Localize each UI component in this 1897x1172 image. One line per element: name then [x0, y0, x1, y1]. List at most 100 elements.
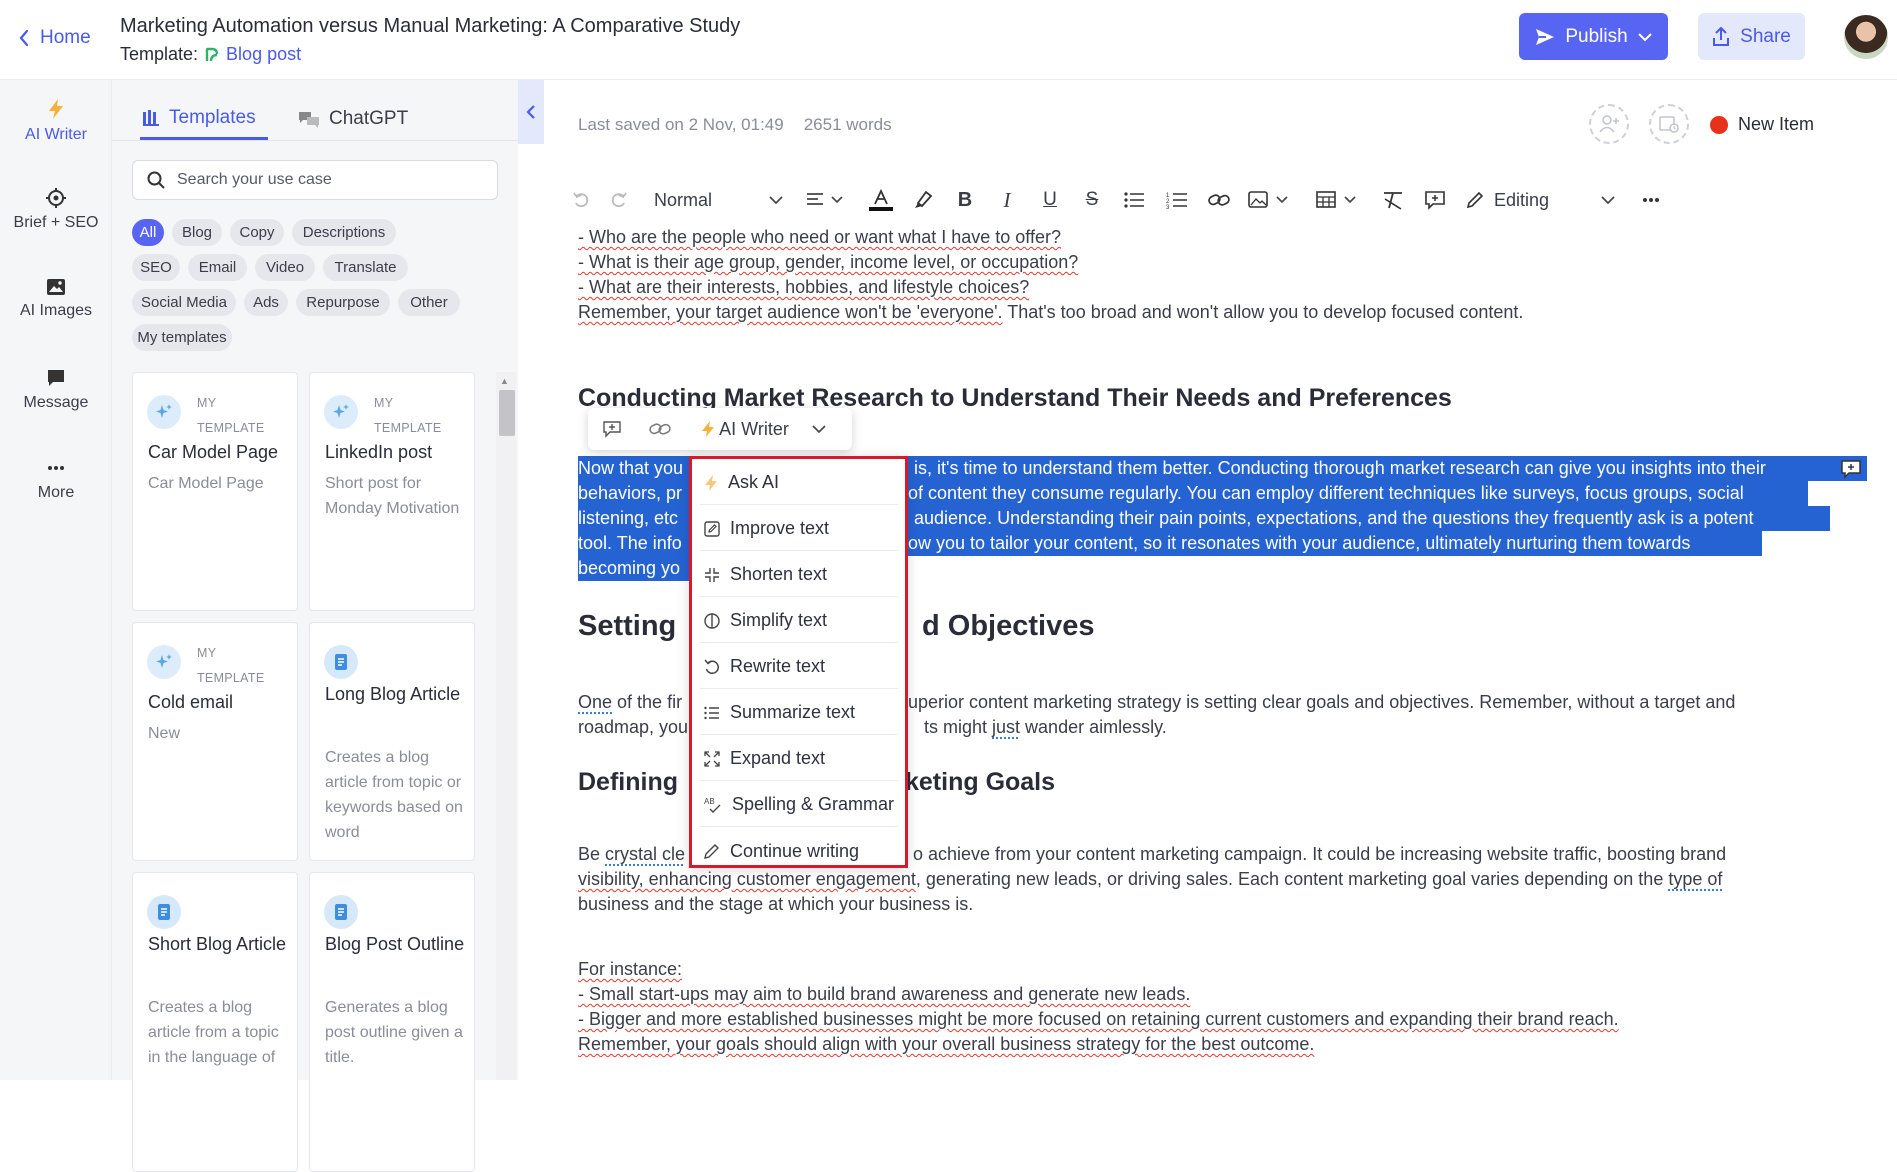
strikethrough-button[interactable]: S [1077, 178, 1107, 222]
search-input[interactable] [177, 171, 477, 189]
home-label: Home [40, 27, 91, 48]
publish-label: Publish [1565, 25, 1628, 47]
panel-scrollbar[interactable] [496, 372, 516, 1080]
link-icon [649, 421, 671, 437]
chip-copy[interactable]: Copy [230, 219, 284, 246]
chevron-down-icon [1637, 32, 1652, 42]
scroll-up-arrow-icon[interactable]: ▲ [500, 376, 509, 386]
text-line: business and the stage at which your bus… [578, 894, 974, 914]
template-card[interactable]: MY TEMPLATE Cold email New [132, 622, 298, 861]
heading-defining: Defining keting Goals [578, 768, 1056, 796]
ai-writer-dropdown[interactable]: AI Writer [684, 408, 834, 450]
chip-my-templates[interactable]: My templates [132, 324, 232, 351]
redo-button[interactable] [604, 178, 634, 222]
bullet-list-button[interactable] [1119, 178, 1149, 222]
menu-item-spelling-grammar[interactable]: AB Spelling & Grammar [700, 783, 898, 827]
status-new-item[interactable]: New Item [1710, 114, 1814, 135]
add-collaborator-button[interactable] [1589, 104, 1629, 144]
publish-button[interactable]: Publish [1519, 13, 1668, 60]
menu-item-rewrite-text[interactable]: Rewrite text [700, 645, 898, 689]
more-options-button[interactable] [1636, 178, 1666, 222]
chip-social-media[interactable]: Social Media [132, 289, 236, 316]
search-icon [147, 171, 165, 189]
chip-other[interactable]: Other [398, 289, 460, 316]
menu-item-shorten-text[interactable]: Shorten text [700, 553, 898, 597]
chip-email[interactable]: Email [188, 254, 247, 281]
menu-item-summarize-text[interactable]: Summarize text [700, 691, 898, 735]
crosshair-icon [0, 188, 112, 208]
tab-chatgpt[interactable]: ChatGPT [298, 98, 408, 140]
rail-item-ai-images[interactable]: AI Images [0, 278, 112, 320]
save-status: Last saved on 2 Nov, 01:49 2651 words [578, 115, 892, 135]
template-card[interactable]: Blog Post Outline Generates a blog post … [309, 872, 475, 1172]
panel-scrollbar-thumb[interactable] [499, 390, 515, 436]
my-template-label: MY TEMPLATE [197, 646, 265, 685]
text-line: - What is their age group, gender, incom… [578, 252, 1079, 272]
menu-item-expand-text[interactable]: Expand text [700, 737, 898, 781]
chip-all[interactable]: All [132, 219, 164, 246]
image-insert-select[interactable] [1245, 178, 1295, 222]
float-comment-button[interactable] [588, 408, 636, 450]
float-link-button[interactable] [636, 408, 684, 450]
clear-format-button[interactable] [1378, 178, 1408, 222]
comment-add-icon [1424, 190, 1446, 210]
template-card[interactable]: MY TEMPLATE Car Model Page Car Model Page [132, 372, 298, 611]
template-search[interactable] [132, 160, 498, 200]
menu-item-continue-writing[interactable]: Continue writing [700, 829, 898, 873]
document-title[interactable]: Marketing Automation versus Manual Marke… [120, 15, 740, 38]
schedule-button[interactable] [1649, 104, 1689, 144]
tab-templates[interactable]: Templates [140, 98, 268, 140]
template-name-link[interactable]: Blog post [226, 44, 301, 65]
align-select[interactable] [802, 178, 850, 222]
link-button[interactable] [1204, 178, 1234, 222]
list-icon [704, 706, 720, 720]
chip-blog[interactable]: Blog [172, 219, 222, 246]
sparkle-icon [324, 395, 358, 429]
lightning-icon [704, 474, 718, 492]
chip-translate[interactable]: Translate [323, 254, 408, 281]
editor-toolbar: Normal B I U S 123 Editing [566, 178, 1666, 222]
chip-ads[interactable]: Ads [244, 289, 288, 316]
bold-button[interactable]: B [950, 178, 980, 222]
underline-button[interactable]: U [1035, 178, 1065, 222]
italic-button[interactable]: I [992, 178, 1022, 222]
editing-mode-select[interactable]: Editing [1466, 178, 1616, 222]
text-style-select[interactable]: Normal [654, 178, 784, 222]
rail-label: AI Writer [25, 126, 87, 143]
numbered-list-button[interactable]: 123 [1162, 178, 1192, 222]
rail-item-more[interactable]: More [0, 458, 112, 502]
chip-repurpose[interactable]: Repurpose [296, 289, 390, 316]
card-title: LinkedIn post [325, 442, 433, 462]
calendar-clock-icon [1658, 114, 1680, 134]
text-line: - Small start-ups may aim to build brand… [578, 984, 1191, 1004]
highlight-button[interactable] [908, 178, 938, 222]
shrink-icon [704, 567, 720, 583]
rail-item-message[interactable]: Message [0, 368, 112, 412]
text-line: - What are their interests, hobbies, and… [578, 277, 1030, 297]
undo-button[interactable] [566, 178, 596, 222]
card-title: Short Blog Article [148, 934, 287, 954]
document-template: Template: Blog post [120, 44, 301, 65]
template-card[interactable]: Short Blog Article Creates a blog articl… [132, 872, 298, 1172]
add-comment-button[interactable] [1840, 459, 1862, 479]
chip-descriptions[interactable]: Descriptions [292, 219, 396, 246]
table-insert-select[interactable] [1313, 178, 1363, 222]
rail-item-brief-seo[interactable]: Brief + SEO [0, 188, 112, 232]
collapse-panel-button[interactable] [518, 80, 544, 144]
chip-video[interactable]: Video [255, 254, 315, 281]
template-card[interactable]: MY TEMPLATE LinkedIn post Short post for … [309, 372, 475, 611]
chip-seo[interactable]: SEO [132, 254, 180, 281]
template-card[interactable]: Long Blog Article Creates a blog article… [309, 622, 475, 861]
menu-item-improve-text[interactable]: Improve text [700, 507, 898, 551]
share-button[interactable]: Share [1698, 13, 1805, 60]
menu-item-simplify-text[interactable]: Simplify text [700, 599, 898, 643]
comment-button[interactable] [1420, 178, 1450, 222]
font-color-button[interactable] [866, 178, 896, 222]
library-icon [142, 109, 160, 127]
menu-item-ask-ai[interactable]: Ask AI [700, 461, 898, 505]
bullet-list-icon [1123, 191, 1145, 209]
home-link[interactable]: Home [18, 27, 91, 49]
rail-item-ai-writer[interactable]: AI Writer [0, 98, 112, 144]
user-avatar[interactable] [1844, 15, 1888, 59]
more-dots-icon [1642, 197, 1660, 203]
